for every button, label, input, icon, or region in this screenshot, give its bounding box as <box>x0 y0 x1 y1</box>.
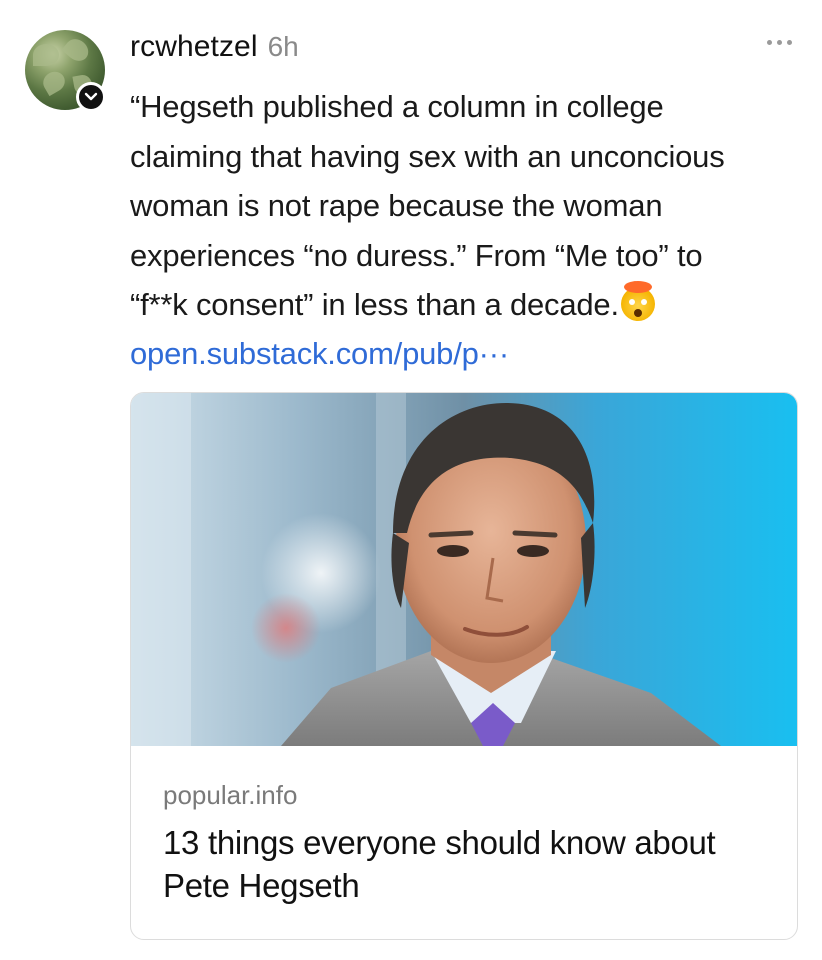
post-text-line: woman is not rape because the woman <box>130 188 663 223</box>
post-text-line: “f**k consent” in less than a decade. <box>130 287 619 322</box>
post-header: rcwhetzel 6h <box>130 30 299 64</box>
link-preview-card[interactable]: popular.info 13 things everyone should k… <box>130 392 798 940</box>
card-title[interactable]: 13 things everyone should know about Pet… <box>163 821 763 907</box>
more-options-icon[interactable] <box>767 40 792 45</box>
post-text-line: “Hegseth published a column in college <box>130 89 664 124</box>
post-text-line-last: “f**k consent” in less than a decade. <box>130 280 790 330</box>
exploding-head-emoji-icon <box>620 281 655 321</box>
username[interactable]: rcwhetzel <box>130 30 258 64</box>
post-time: 6h <box>267 31 299 62</box>
card-image[interactable] <box>131 393 797 746</box>
card-meta: popular.info 13 things everyone should k… <box>163 780 763 907</box>
post-text: “Hegseth published a column in college c… <box>130 82 790 330</box>
card-domain: popular.info <box>163 780 298 810</box>
post-link[interactable]: open.substack.com/pub/p··· <box>130 336 509 372</box>
portrait-photo <box>131 393 797 746</box>
post-text-line: experiences “no duress.” From “Me too” t… <box>130 237 703 273</box>
post-text-line: claiming that having sex with an unconci… <box>130 138 725 174</box>
verified-badge-icon <box>76 82 106 112</box>
